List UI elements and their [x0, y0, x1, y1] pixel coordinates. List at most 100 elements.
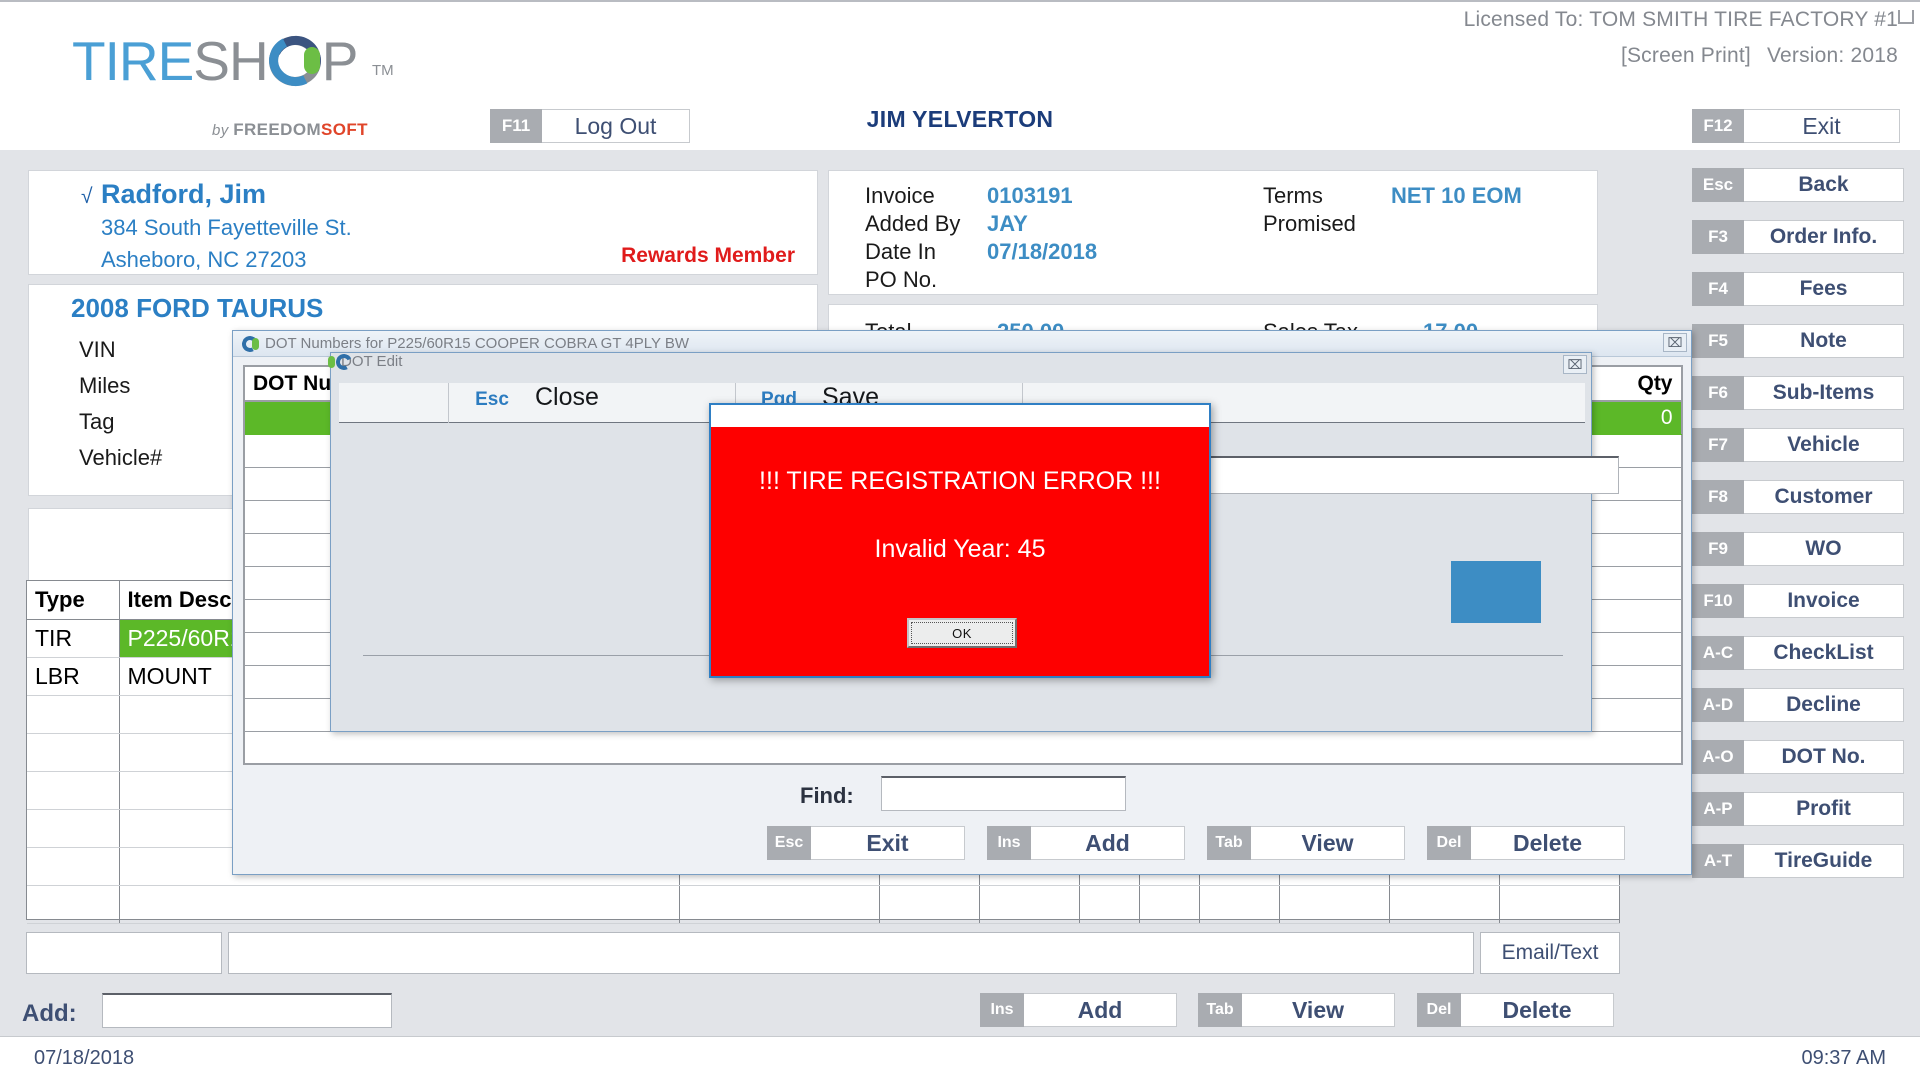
- customer-check-icon: √: [81, 185, 93, 208]
- item-cell: [1139, 885, 1200, 924]
- sidebar-key-label: F7: [1692, 428, 1744, 462]
- sidebar-item-label: Invoice: [1744, 584, 1904, 618]
- status-date: 07/18/2018: [34, 1047, 135, 1069]
- note-large-field[interactable]: [228, 932, 1474, 974]
- item-type-cell: LBR: [27, 657, 120, 696]
- sidebar-item-customer[interactable]: F8 Customer: [1692, 480, 1904, 514]
- status-time: 09:37 AM: [1801, 1047, 1886, 1069]
- dot-add-key-label: Ins: [987, 826, 1031, 860]
- items-column-header: Type: [27, 581, 120, 620]
- item-description-cell: [119, 885, 680, 924]
- delete-button[interactable]: Del Delete: [1417, 993, 1614, 1027]
- find-input[interactable]: [881, 776, 1126, 811]
- logo-wordmark: TIRESH P: [72, 28, 402, 94]
- exit-text: Exit: [1744, 109, 1900, 143]
- dot-edit-close-button[interactable]: Esc Close: [449, 382, 736, 423]
- app-header: Licensed To: TOM SMITH TIRE FACTORY #1 […: [0, 0, 1920, 150]
- version-number-text: Version: 2018: [1766, 44, 1898, 67]
- view-button[interactable]: Tab View: [1198, 993, 1395, 1027]
- invoice-number-value: 0103191: [987, 183, 1073, 208]
- sidebar-key-label: F6: [1692, 376, 1744, 410]
- add-button[interactable]: Ins Add: [980, 993, 1177, 1027]
- sidebar-item-decline[interactable]: A-D Decline: [1692, 688, 1904, 722]
- current-user-name: JIM YELVERTON: [866, 106, 1054, 132]
- vehicle-vin-label: VIN: [79, 337, 116, 362]
- add-input[interactable]: [102, 993, 392, 1028]
- status-bar: 07/18/2018 09:37 AM: [0, 1036, 1920, 1080]
- close-icon[interactable]: ⌧: [1563, 355, 1587, 374]
- sidebar-item-fees[interactable]: F4 Fees: [1692, 272, 1904, 306]
- exit-button[interactable]: F12 Exit: [1692, 109, 1900, 143]
- dot-delete-button[interactable]: Del Delete: [1427, 826, 1625, 860]
- sidebar-item-tireguide[interactable]: A-T TireGuide: [1692, 844, 1904, 878]
- close-icon[interactable]: ⌧: [1663, 333, 1687, 352]
- sidebar-item-label: Order Info.: [1744, 220, 1904, 254]
- added-by-value: JAY: [987, 211, 1028, 236]
- customer-address-line1: 384 South Fayetteville St.: [101, 215, 352, 240]
- rewards-member-badge: Rewards Member: [621, 244, 795, 267]
- sidebar-key-label: F3: [1692, 220, 1744, 254]
- item-cell: [879, 885, 980, 924]
- sidebar-item-note[interactable]: F5 Note: [1692, 324, 1904, 358]
- add-label: Add:: [22, 1000, 77, 1027]
- sidebar-item-back[interactable]: Esc Back: [1692, 168, 1904, 202]
- sidebar-item-vehicle[interactable]: F7 Vehicle: [1692, 428, 1904, 462]
- email-text-button[interactable]: Email/Text: [1480, 932, 1620, 974]
- sidebar-key-label: A-C: [1692, 636, 1744, 670]
- added-by-value-highlight: [1451, 561, 1541, 623]
- sidebar-item-label: Back: [1744, 168, 1904, 202]
- note-small-field[interactable]: [26, 932, 222, 974]
- table-row[interactable]: [27, 885, 1620, 924]
- logo-tire-text: TIRE: [72, 30, 194, 92]
- item-cell: [679, 885, 880, 924]
- sidebar-key-label: A-P: [1692, 792, 1744, 826]
- sidebar-item-label: CheckList: [1744, 636, 1904, 670]
- window-restore-icon[interactable]: [1898, 10, 1914, 24]
- item-type-cell: [27, 771, 120, 810]
- tire-registration-error-dialog[interactable]: !!! TIRE REGISTRATION ERROR !!! Invalid …: [709, 403, 1211, 678]
- sidebar-item-invoice[interactable]: F10 Invoice: [1692, 584, 1904, 618]
- sidebar-item-label: Decline: [1744, 688, 1904, 722]
- function-key-sidebar: Esc Back F3 Order Info. F4 Fees F5 Note F6 Sub-It…: [1692, 168, 1904, 896]
- sidebar-key-label: F8: [1692, 480, 1744, 514]
- error-title: !!! TIRE REGISTRATION ERROR !!!: [759, 467, 1161, 495]
- sidebar-item-label: Vehicle: [1744, 428, 1904, 462]
- date-in-value: 07/18/2018: [987, 239, 1098, 264]
- customer-card[interactable]: √ Radford, Jim 384 South Fayetteville St…: [28, 170, 818, 275]
- sidebar-item-order-info[interactable]: F3 Order Info.: [1692, 220, 1904, 254]
- license-text: Licensed To: TOM SMITH TIRE FACTORY #1: [1463, 8, 1898, 31]
- sidebar-item-profit[interactable]: A-P Profit: [1692, 792, 1904, 826]
- promised-label: Promised: [1263, 211, 1356, 236]
- item-type-cell: [27, 733, 120, 772]
- sidebar-key-label: F5: [1692, 324, 1744, 358]
- sidebar-item-dot-no[interactable]: A-O DOT No.: [1692, 740, 1904, 774]
- sidebar-item-label: Sub-Items: [1744, 376, 1904, 410]
- sidebar-item-label: DOT No.: [1744, 740, 1904, 774]
- item-cell: [1079, 885, 1140, 924]
- sidebar-item-checklist[interactable]: A-C CheckList: [1692, 636, 1904, 670]
- customer-address-line2: Asheboro, NC 27203: [101, 247, 307, 272]
- sidebar-item-label: Profit: [1744, 792, 1904, 826]
- sidebar-item-sub-items[interactable]: F6 Sub-Items: [1692, 376, 1904, 410]
- view-button-text: View: [1242, 993, 1395, 1027]
- dot-exit-button[interactable]: Esc Exit: [767, 826, 965, 860]
- dot-add-button[interactable]: Ins Add: [987, 826, 1185, 860]
- dot-add-text: Add: [1031, 826, 1185, 860]
- close-key-label: Esc: [475, 388, 509, 410]
- sidebar-item-label: WO: [1744, 532, 1904, 566]
- sidebar-key-label: A-T: [1692, 844, 1744, 878]
- invoice-card: Invoice 0103191 Added By JAY Date In 07/…: [828, 170, 1598, 295]
- close-button-text: Close: [535, 382, 599, 411]
- dot-delete-key-label: Del: [1427, 826, 1471, 860]
- item-cell: [1499, 885, 1620, 924]
- find-label: Find:: [800, 783, 854, 808]
- item-type-cell: [27, 809, 120, 848]
- toolbar-spacer: [339, 382, 449, 423]
- dot-view-text: View: [1251, 826, 1405, 860]
- error-ok-button[interactable]: OK: [907, 618, 1017, 648]
- dot-view-button[interactable]: Tab View: [1207, 826, 1405, 860]
- view-key-label: Tab: [1198, 993, 1242, 1027]
- sidebar-item-wo[interactable]: F9 WO: [1692, 532, 1904, 566]
- sidebar-item-label: Note: [1744, 324, 1904, 358]
- logo-p-text: P: [321, 30, 359, 92]
